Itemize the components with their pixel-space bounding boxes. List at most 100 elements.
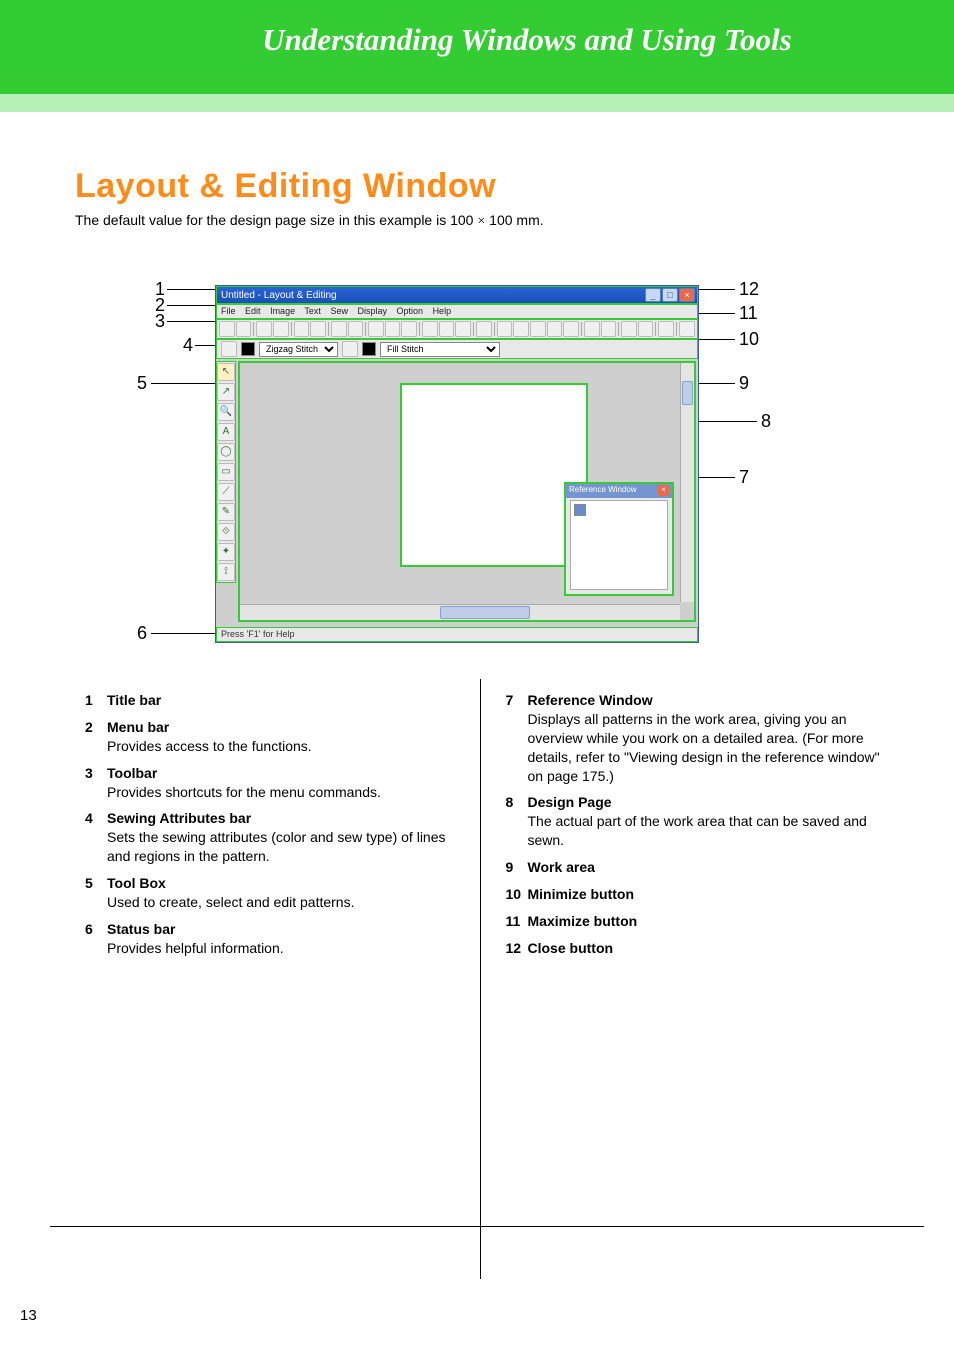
menu-help[interactable]: Help xyxy=(433,306,452,316)
tb-text-icon[interactable] xyxy=(530,321,546,337)
menu-bar: File Edit Image Text Sew Display Option … xyxy=(216,304,698,319)
menu-image[interactable]: Image xyxy=(270,306,295,316)
column-divider xyxy=(480,679,481,1279)
tb-paste-icon[interactable] xyxy=(401,321,417,337)
close-button[interactable]: × xyxy=(679,288,695,302)
attr-line-toggle-icon[interactable] xyxy=(221,341,237,357)
callout-10: 10 xyxy=(739,329,759,350)
attr-fill-toggle-icon[interactable] xyxy=(342,341,358,357)
menu-display[interactable]: Display xyxy=(357,306,387,316)
tb-prop-icon[interactable] xyxy=(584,321,600,337)
list-item: 5 Tool BoxUsed to create, select and edi… xyxy=(85,874,460,912)
menu-text[interactable]: Text xyxy=(304,306,321,316)
tool-outline-icon[interactable]: ⟋ xyxy=(217,483,235,501)
tb-text3-icon[interactable] xyxy=(563,321,579,337)
status-bar: Press 'F1' for Help xyxy=(216,627,698,642)
tb-open-icon[interactable] xyxy=(236,321,252,337)
list-item: 8 Design PageThe actual part of the work… xyxy=(506,793,885,850)
tb-refresh-icon[interactable] xyxy=(455,321,471,337)
tb-ref-icon[interactable] xyxy=(679,321,695,337)
tool-text-icon[interactable]: A xyxy=(217,423,235,441)
legend-lists: 1 Title bar 2 Menu barProvides access to… xyxy=(75,691,884,966)
tb-ungroup-icon[interactable] xyxy=(439,321,455,337)
tb-img-icon[interactable] xyxy=(497,321,513,337)
figure: 1 2 3 4 5 6 12 11 10 9 8 7 Untitled - La… xyxy=(75,285,884,665)
tool-circle-icon[interactable]: ◯ xyxy=(217,443,235,461)
list-item: 3 ToolbarProvides shortcuts for the menu… xyxy=(85,764,460,802)
tb-misc-icon[interactable] xyxy=(658,321,674,337)
reference-window[interactable]: Reference Window × xyxy=(564,482,674,596)
list-item: 2 Menu barProvides access to the functio… xyxy=(85,718,460,756)
tool-edit-icon[interactable]: ↗ xyxy=(217,383,235,401)
toolbar xyxy=(216,319,698,339)
attr-line-stitch-select[interactable]: Zigzag Stitch xyxy=(259,342,338,357)
app-window: Untitled - Layout & Editing _ □ × File E… xyxy=(215,285,699,643)
menu-sew[interactable]: Sew xyxy=(330,306,348,316)
tb-group-icon[interactable] xyxy=(422,321,438,337)
tb-wizard-icon[interactable] xyxy=(476,321,492,337)
intro-text: The default value for the design page si… xyxy=(75,212,884,230)
callout-5: 5 xyxy=(137,373,147,394)
tb-undo-icon[interactable] xyxy=(331,321,347,337)
reference-window-title: Reference Window xyxy=(569,485,637,497)
tb-prop2-icon[interactable] xyxy=(601,321,617,337)
callout-4: 4 xyxy=(183,335,193,356)
header-banner: Understanding Windows and Using Tools xyxy=(0,0,954,94)
attr-fill-color[interactable] xyxy=(362,342,376,356)
tb-save2-icon[interactable] xyxy=(273,321,289,337)
window-title: Untitled - Layout & Editing xyxy=(221,290,337,301)
attr-fill-stitch-select[interactable]: Fill Stitch xyxy=(380,342,500,357)
title-bar: Untitled - Layout & Editing _ □ × xyxy=(216,286,698,304)
callout-7: 7 xyxy=(739,467,749,488)
work-area[interactable]: Reference Window × xyxy=(238,361,696,622)
horizontal-scrollbar[interactable] xyxy=(240,604,680,620)
maximize-button[interactable]: □ xyxy=(662,288,678,302)
design-page[interactable] xyxy=(400,383,588,567)
legend-right: 7 Reference WindowDisplays all patterns … xyxy=(480,691,885,966)
tb-write-icon[interactable] xyxy=(621,321,637,337)
page-heading: Layout & Editing Window xyxy=(75,167,884,206)
callout-11: 11 xyxy=(739,303,758,324)
list-item: 4 Sewing Attributes barSets the sewing a… xyxy=(85,809,460,866)
list-item: 6 Status barProvides helpful information… xyxy=(85,920,460,958)
tb-write2-icon[interactable] xyxy=(638,321,654,337)
tb-img2-icon[interactable] xyxy=(513,321,529,337)
attr-line-color[interactable] xyxy=(241,342,255,356)
list-item: 1 Title bar xyxy=(85,691,460,710)
menu-option[interactable]: Option xyxy=(397,306,424,316)
tb-layout-icon[interactable] xyxy=(294,321,310,337)
reference-body xyxy=(570,500,668,590)
list-item: 12 Close button xyxy=(506,939,885,958)
tool-zoom-icon[interactable]: 🔍 xyxy=(217,403,235,421)
menu-file[interactable]: File xyxy=(221,306,236,316)
list-item: 7 Reference WindowDisplays all patterns … xyxy=(506,691,885,785)
page-number: 13 xyxy=(20,1307,37,1324)
tb-new-icon[interactable] xyxy=(219,321,235,337)
tb-text2-icon[interactable] xyxy=(547,321,563,337)
list-item: 9 Work area xyxy=(506,858,885,877)
callout-9: 9 xyxy=(739,373,749,394)
tb-layout2-icon[interactable] xyxy=(310,321,326,337)
reference-thumb-icon[interactable] xyxy=(574,504,586,516)
tool-shape-icon[interactable]: ✎ xyxy=(217,503,235,521)
legend-left: 1 Title bar 2 Menu barProvides access to… xyxy=(75,691,480,966)
header-subband xyxy=(0,94,954,112)
tool-stamp-icon[interactable]: ✦ xyxy=(217,543,235,561)
tb-save-icon[interactable] xyxy=(256,321,272,337)
callout-6: 6 xyxy=(137,623,147,644)
minimize-button[interactable]: _ xyxy=(645,288,661,302)
tb-cut-icon[interactable] xyxy=(368,321,384,337)
tool-manual-icon[interactable]: ⟐ xyxy=(217,523,235,541)
tool-select-icon[interactable]: ↖ xyxy=(217,363,235,381)
banner-title: Understanding Windows and Using Tools xyxy=(0,22,954,58)
list-item: 11 Maximize button xyxy=(506,912,885,931)
vertical-scrollbar[interactable] xyxy=(680,363,694,602)
tb-copy-icon[interactable] xyxy=(385,321,401,337)
tool-measure-icon[interactable]: ⟟ xyxy=(217,563,235,581)
tool-box: ↖ ↗ 🔍 A ◯ ▭ ⟋ ✎ ⟐ ✦ ⟟ xyxy=(216,361,236,583)
reference-close-icon[interactable]: × xyxy=(658,485,669,496)
tb-redo-icon[interactable] xyxy=(348,321,364,337)
callout-3: 3 xyxy=(155,311,165,332)
menu-edit[interactable]: Edit xyxy=(245,306,261,316)
tool-rect-icon[interactable]: ▭ xyxy=(217,463,235,481)
